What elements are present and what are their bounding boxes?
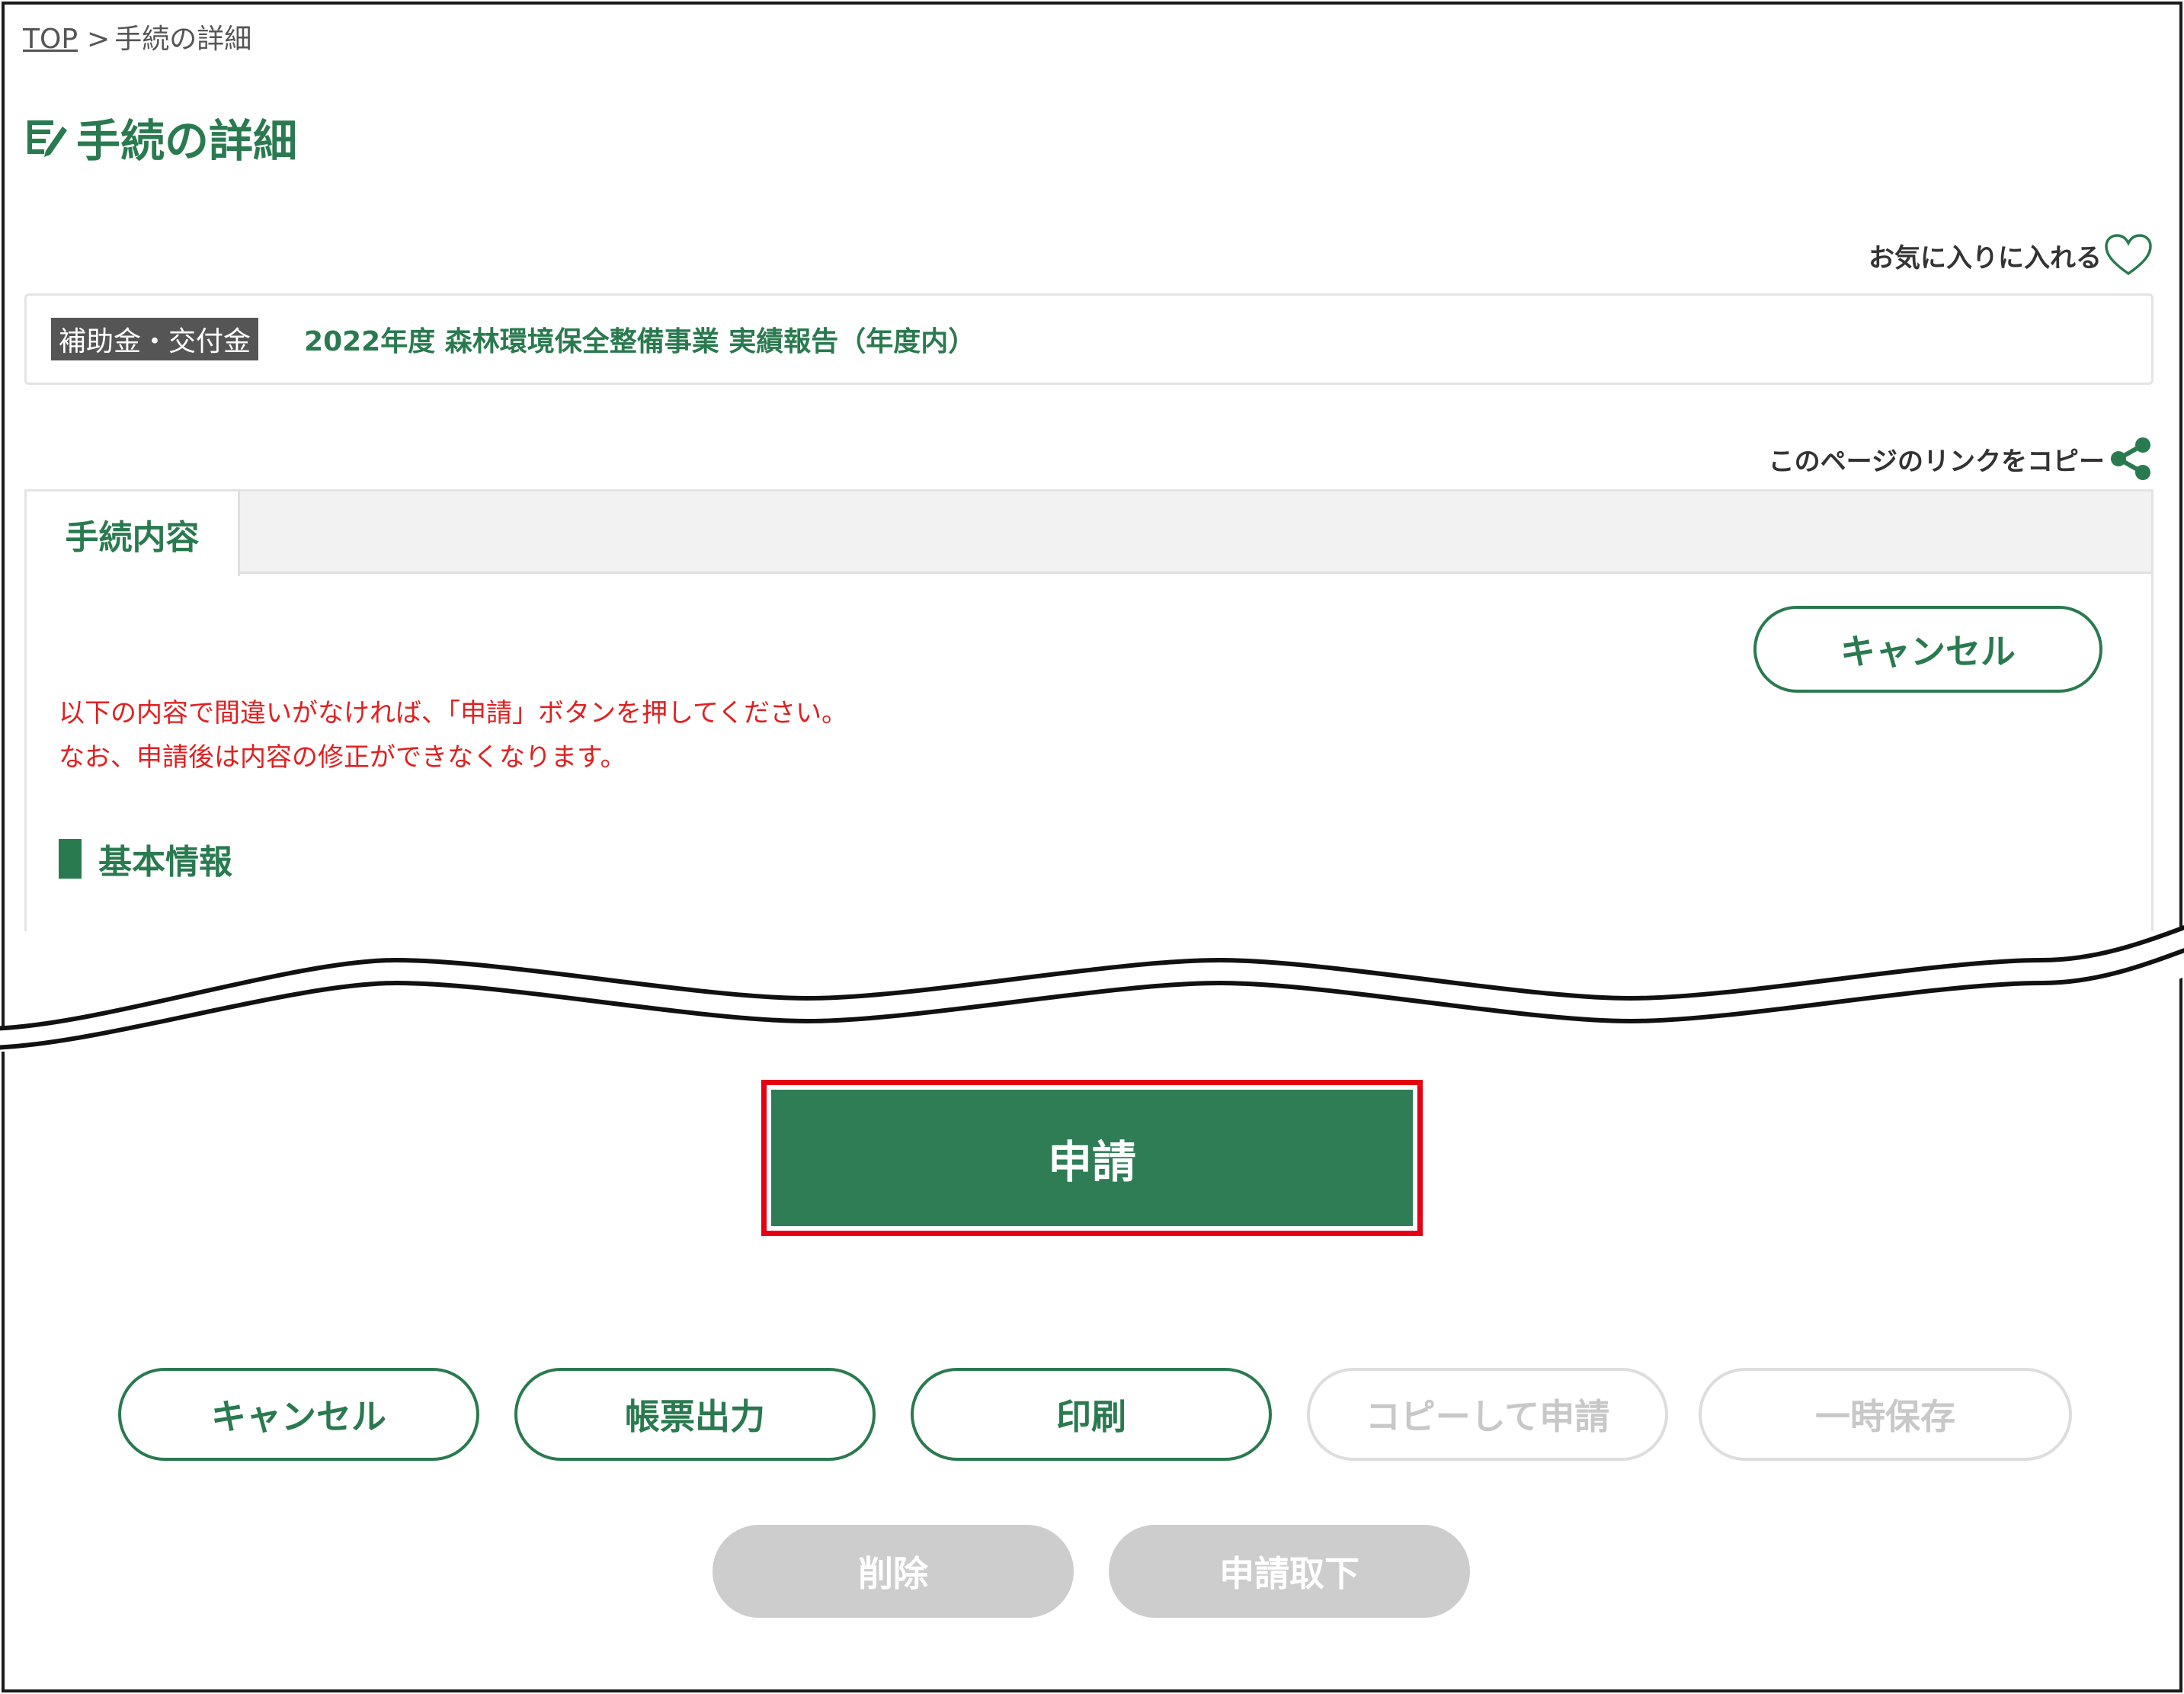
tab-bar: 手続内容 [27,492,2151,576]
section-title: 基本情報 [98,843,232,882]
section-marker [59,839,82,879]
notice-line-1: 以下の内容で間違いがなければ、「申請」ボタンを押してください。 [59,698,847,729]
breadcrumb-separator: > [87,24,110,55]
copy-link-button[interactable]: このページのリンクをコピー [1769,436,2154,482]
notice-line-2: なお、申請後は内容の修正ができなくなります。 [59,742,626,773]
breadcrumb: TOP > 手続の詳細 [23,17,251,56]
copy-and-apply-button[interactable]: コピーして申請 [1307,1368,1668,1461]
apply-button[interactable]: 申請 [771,1090,1413,1226]
edit-form-icon [27,120,67,157]
breadcrumb-current: 手続の詳細 [114,24,252,55]
category-badge: 補助金・交付金 [51,318,259,360]
omission-wave-divider [0,925,2184,1052]
share-icon [2111,437,2150,480]
content-panel: 手続内容 キャンセル 以下の内容で間違いがなければ、「申請」ボタンを押してくださ… [24,489,2154,931]
page-title: 手続の詳細 [23,107,297,168]
page-title-text: 手続の詳細 [76,115,298,167]
copy-link-label: このページのリンクをコピー [1768,446,2105,477]
apply-button-highlight: 申請 [761,1080,1423,1236]
heart-icon [2105,234,2152,276]
favorite-button[interactable]: お気に入りに入れる [1869,232,2154,278]
temp-save-button[interactable]: 一時保存 [1699,1368,2072,1461]
cancel-button[interactable]: キャンセル [118,1368,479,1461]
print-button[interactable]: 印刷 [911,1368,1272,1461]
tab-procedure-content[interactable]: 手続内容 [27,492,240,576]
procedure-info-box: 補助金・交付金 2022年度 森林環境保全整備事業 実績報告（年度内） [24,293,2154,385]
procedure-name: 2022年度 森林環境保全整備事業 実績報告（年度内） [304,326,976,357]
notice-message: 以下の内容で間違いがなければ、「申請」ボタンを押してください。 なお、申請後は内… [59,691,847,780]
delete-button[interactable]: 削除 [713,1525,1074,1618]
breadcrumb-top-link[interactable]: TOP [23,24,78,55]
withdraw-application-button[interactable]: 申請取下 [1109,1525,1470,1618]
cancel-button-top[interactable]: キャンセル [1753,606,2102,693]
section-heading-basic-info: 基本情報 [59,834,232,883]
form-output-button[interactable]: 帳票出力 [514,1368,876,1461]
favorite-label: お気に入りに入れる [1869,242,2102,274]
